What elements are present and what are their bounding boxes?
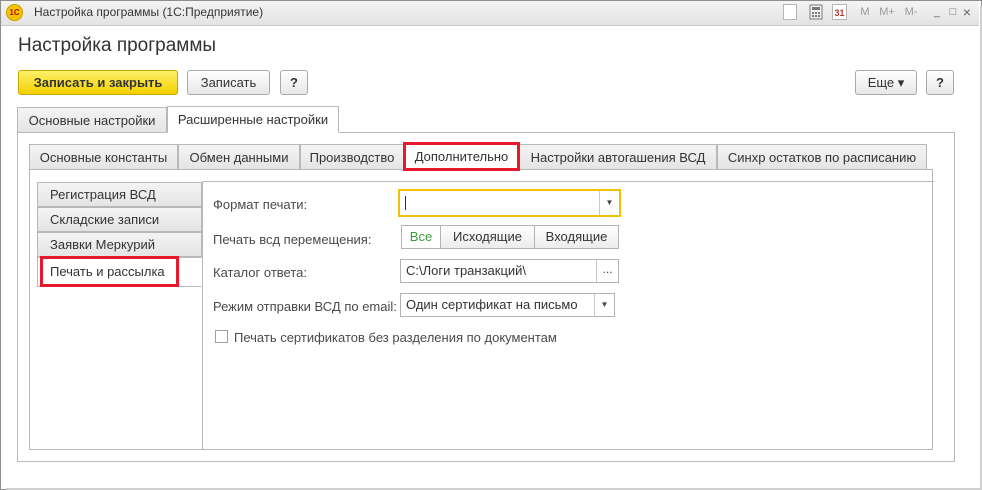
chevron-down-icon[interactable]: ▼ [594,294,614,316]
highlight-tab-additional [403,142,520,171]
memory-mplus-icon[interactable]: M+ [878,4,896,20]
tab-auto-cancel-vsd[interactable]: Настройки автогашения ВСД [519,144,717,170]
tab-data-exchange[interactable]: Обмен данными [178,144,300,170]
reply-catalog-label: Каталог ответа: [213,265,307,280]
restore-icon[interactable]: □ [946,4,960,20]
option-all[interactable]: Все [401,225,441,249]
reply-catalog-input[interactable]: C:\Логи транзакций\ ... [400,259,619,283]
more-button[interactable]: Еще ▾ [855,70,917,95]
tab-production[interactable]: Производство [300,144,404,170]
vtab-vsd-registration[interactable]: Регистрация ВСД [37,182,202,207]
highlight-vtab-print [40,256,179,287]
reply-catalog-value: C:\Логи транзакций\ [406,263,527,278]
minimize-icon[interactable]: _ [930,4,944,20]
help-button-right[interactable]: ? [926,70,954,95]
email-mode-label: Режим отправки ВСД по email: [213,299,397,314]
calculator-icon[interactable] [808,4,824,20]
memory-mminus-icon[interactable]: M- [902,4,920,20]
option-incoming[interactable]: Входящие [534,225,619,249]
save-button[interactable]: Записать [187,70,270,95]
option-outgoing[interactable]: Исходящие [440,225,535,249]
print-format-label: Формат печати: [213,197,308,212]
email-mode-value: Один сертификат на письмо [406,297,578,312]
print-format-select[interactable]: ▼ [398,189,621,217]
no-split-checkbox-label[interactable]: Печать сертификатов без разделения по до… [234,330,557,345]
calendar-icon[interactable]: 31 [832,4,847,20]
vtab-mercury-requests[interactable]: Заявки Меркурий [37,232,202,257]
vtab-warehouse-records[interactable]: Складские записи [37,207,202,232]
text-cursor [405,196,406,210]
tab-advanced-settings[interactable]: Расширенные настройки [167,106,339,133]
page-title: Настройка программы [18,35,217,56]
email-mode-select[interactable]: Один сертификат на письмо ▼ [400,293,615,317]
tab-sync-stock-schedule[interactable]: Синхр остатков по расписанию [717,144,927,170]
browse-button[interactable]: ... [596,260,618,282]
help-button[interactable]: ? [280,70,308,95]
1c-logo-icon: 1С [6,4,23,21]
window-title: Настройка программы (1С:Предприятие) [34,5,264,19]
save-and-close-button[interactable]: Записать и закрыть [18,70,178,95]
move-print-label: Печать всд перемещения: [213,232,372,247]
chevron-down-icon[interactable]: ▼ [599,191,619,215]
close-icon[interactable]: × [960,4,974,20]
tab-basic-settings[interactable]: Основные настройки [17,107,167,133]
memory-m-icon[interactable]: M [858,4,872,20]
tab-basic-constants[interactable]: Основные константы [29,144,178,170]
no-split-checkbox[interactable] [215,330,228,343]
document-icon[interactable] [783,4,797,20]
